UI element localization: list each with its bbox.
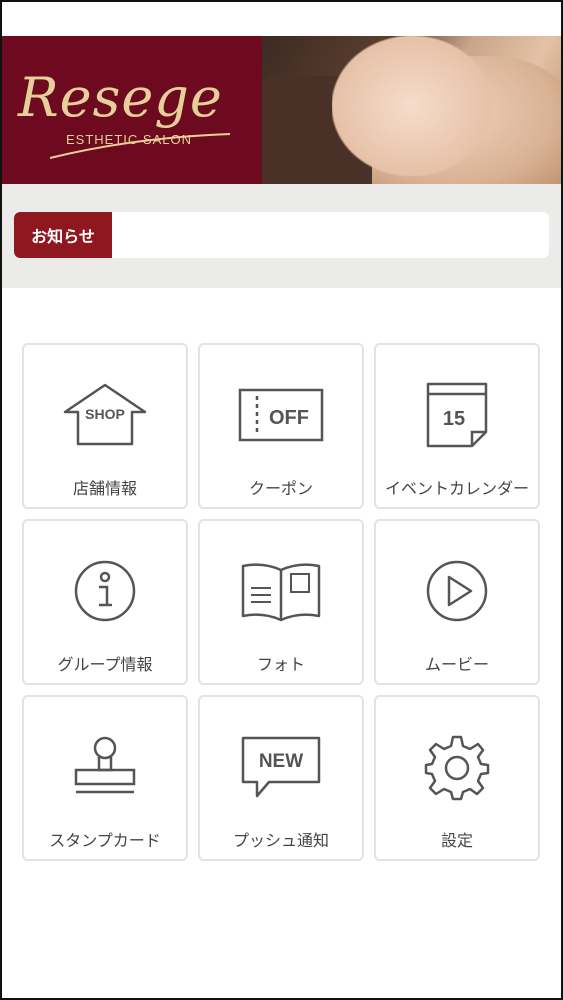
menu-label-coupon: クーポン: [248, 479, 313, 498]
coupon-icon-text: OFF: [269, 407, 309, 429]
menu-grid: SHOP 店舗情報 OFF クーポン 15 イベントカレンダー グループ情報 フ…: [22, 343, 541, 861]
menu-tile-push-notification[interactable]: NEW プッシュ通知: [198, 695, 364, 861]
menu-tile-event-calendar[interactable]: 15 イベントカレンダー: [374, 343, 540, 509]
photo-album-icon: [231, 549, 331, 633]
stamp-icon: [55, 725, 155, 809]
header-banner: Resege ESTHETIC SALON: [0, 36, 563, 184]
gear-icon: [407, 725, 507, 809]
menu-tile-photo[interactable]: フォト: [198, 519, 364, 685]
shop-icon: SHOP: [55, 373, 155, 457]
menu-tile-group-info[interactable]: グループ情報: [22, 519, 188, 685]
notice-text: [112, 212, 549, 258]
notice-section: お知らせ: [0, 184, 563, 288]
logo-text: Resege: [18, 66, 223, 129]
push-icon-text: NEW: [259, 751, 303, 772]
notice-bar[interactable]: お知らせ: [14, 212, 549, 258]
push-notification-icon: NEW: [231, 725, 331, 809]
menu-label-stamp-card: スタンプカード: [49, 831, 161, 850]
menu-label-event-calendar: イベントカレンダー: [384, 479, 529, 498]
menu-tile-coupon[interactable]: OFF クーポン: [198, 343, 364, 509]
menu-label-shop-info: 店舗情報: [72, 479, 137, 498]
menu-tile-movie[interactable]: ムービー: [374, 519, 540, 685]
menu-label-settings: 設定: [440, 831, 473, 850]
banner-photo: [262, 36, 563, 184]
menu-label-push-notification: プッシュ通知: [232, 831, 329, 850]
menu-tile-stamp-card[interactable]: スタンプカード: [22, 695, 188, 861]
info-icon: [55, 549, 155, 633]
menu-label-photo: フォト: [256, 655, 305, 674]
coupon-icon: OFF: [231, 373, 331, 457]
salon-logo: Resege ESTHETIC SALON: [0, 36, 262, 184]
shop-icon-text: SHOP: [85, 406, 125, 422]
logo-subtitle: ESTHETIC SALON: [66, 132, 192, 147]
menu-tile-settings[interactable]: 設定: [374, 695, 540, 861]
calendar-icon-text: 15: [443, 408, 465, 430]
menu-label-movie: ムービー: [424, 655, 489, 674]
menu-tile-shop-info[interactable]: SHOP 店舗情報: [22, 343, 188, 509]
status-bar: [0, 0, 563, 36]
menu-label-group-info: グループ情報: [57, 655, 153, 674]
calendar-icon: 15: [407, 373, 507, 457]
play-icon: [407, 549, 507, 633]
notice-label: お知らせ: [14, 212, 112, 258]
